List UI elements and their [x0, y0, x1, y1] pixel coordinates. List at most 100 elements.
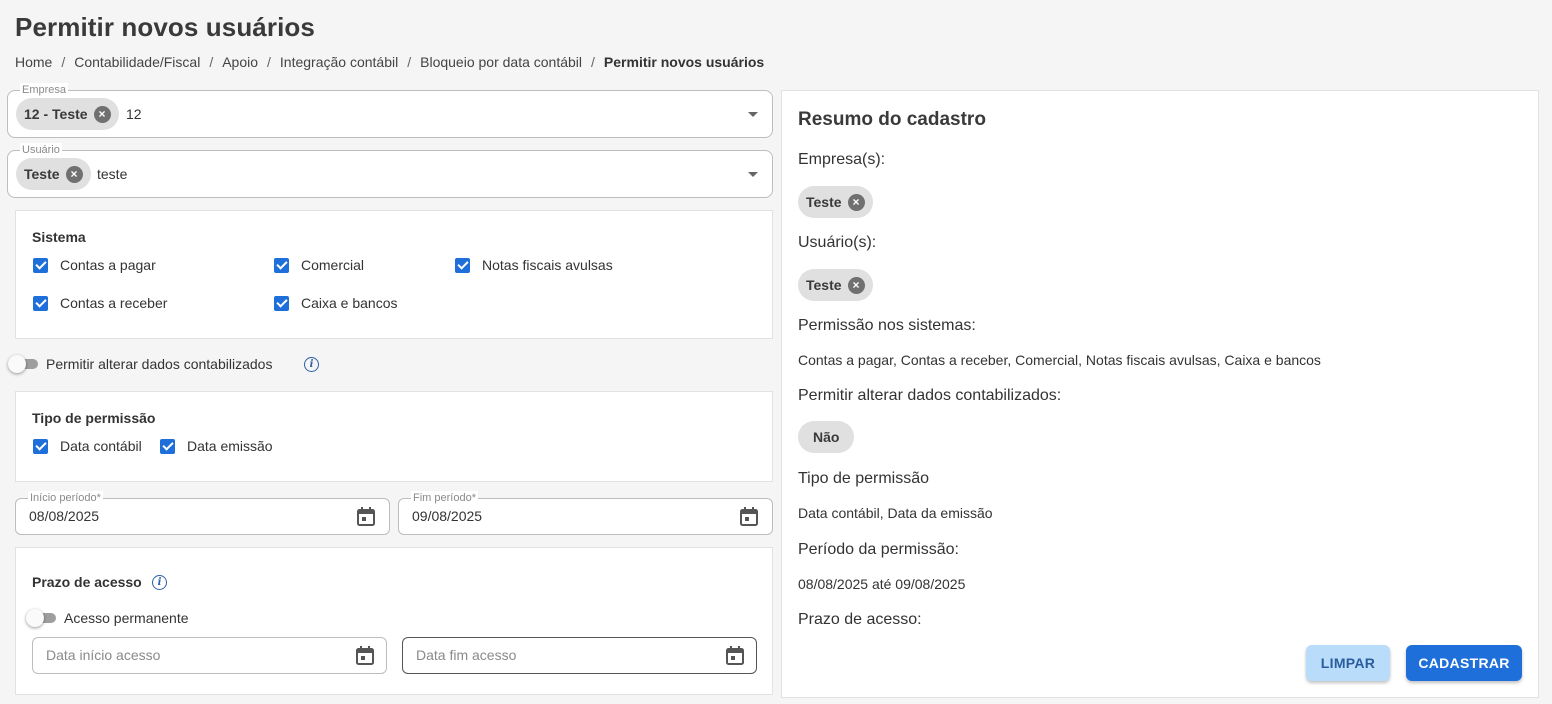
empresa-chip-label: 12 - Teste [24, 106, 88, 122]
resumo-periodo-value: 08/08/2025 até 09/08/2025 [798, 576, 966, 592]
resumo-prazo-label: Prazo de acesso: [798, 611, 922, 628]
checkbox-checked-icon[interactable] [33, 438, 48, 454]
breadcrumb-separator: / [61, 54, 66, 70]
usuario-chip-label: Teste [24, 166, 60, 182]
close-circle-icon[interactable]: × [847, 276, 865, 294]
checkbox-label: Caixa e bancos [301, 295, 398, 311]
calendar-icon[interactable] [740, 507, 758, 526]
resumo-alterar-chip: Não [798, 421, 855, 453]
sistema-title: Sistema [32, 229, 86, 245]
toggle-knob [8, 355, 26, 373]
caret-down-icon[interactable] [748, 172, 758, 177]
checkbox-checked-icon[interactable] [455, 257, 470, 273]
resumo-panel: Resumo do cadastro Empresa(s): Teste × U… [781, 90, 1539, 698]
breadcrumb-separator: / [591, 54, 595, 70]
fim-periodo-field[interactable]: Fim período* 09/08/2025 [398, 491, 773, 535]
resumo-periodo-label: Período da permissão: [798, 541, 959, 558]
usuario-label: Usuário [20, 143, 62, 157]
resumo-tipo-value: Data contábil, Data da emissão [798, 505, 993, 521]
breadcrumb-item-home[interactable]: Home [15, 54, 52, 70]
fim-periodo-value[interactable]: 09/08/2025 [412, 508, 482, 524]
page-title: Permitir novos usuários [15, 12, 315, 42]
resumo-sistemas-label: Permissão nos sistemas: [798, 317, 976, 334]
fim-periodo-label: Fim período* [411, 491, 478, 505]
checkbox-label: Data emissão [187, 438, 273, 454]
resumo-title: Resumo do cadastro [798, 109, 986, 130]
prazo-acesso-panel: Prazo de acesso i Acesso permanente Data… [15, 547, 773, 695]
data-fim-acesso-field[interactable]: Data fim acesso [402, 637, 757, 674]
resumo-usuario-chip[interactable]: Teste × [798, 269, 873, 301]
inicio-periodo-value[interactable]: 08/08/2025 [29, 508, 99, 524]
checkbox-caixa-e-bancos[interactable]: Caixa e bancos [274, 295, 398, 311]
checkbox-label: Comercial [301, 257, 365, 273]
save-button[interactable]: CADASTRAR [1406, 645, 1522, 681]
usuario-select[interactable]: Usuário Teste × teste [7, 143, 773, 198]
checkbox-checked-icon[interactable] [33, 257, 48, 273]
resumo-alterar-value: Não [813, 429, 840, 445]
data-fim-acesso-placeholder[interactable]: Data fim acesso [416, 647, 516, 663]
checkbox-label: Contas a pagar [60, 257, 156, 273]
close-circle-icon[interactable]: × [93, 105, 111, 123]
checkbox-data-emissao[interactable]: Data emissão [160, 438, 273, 454]
toggle-switch[interactable] [8, 355, 38, 373]
info-icon[interactable]: i [152, 575, 167, 590]
resumo-sistemas-value: Contas a pagar, Contas a receber, Comerc… [798, 352, 1321, 368]
resumo-empresas-label: Empresa(s): [798, 151, 886, 168]
close-circle-icon[interactable]: × [847, 193, 865, 211]
checkbox-contas-a-receber[interactable]: Contas a receber [33, 295, 167, 311]
clear-button[interactable]: LIMPAR [1306, 645, 1390, 681]
resumo-usuarios-label: Usuário(s): [798, 234, 877, 251]
breadcrumb-separator: / [209, 54, 214, 70]
breadcrumb-item-apoio[interactable]: Apoio [222, 54, 258, 70]
breadcrumb-item-integracao-contabil[interactable]: Integração contábil [280, 54, 398, 70]
inicio-periodo-label: Início período* [28, 491, 103, 505]
resumo-alterar-label: Permitir alterar dados contabilizados: [798, 387, 1062, 404]
checkbox-comercial[interactable]: Comercial [274, 257, 364, 273]
resumo-tipo-label: Tipo de permissão [798, 470, 930, 487]
breadcrumb: Home / Contabilidade/Fiscal / Apoio / Integ… [15, 54, 764, 70]
breadcrumb-item-bloqueio[interactable]: Bloqueio por data contábil [420, 54, 582, 70]
checkbox-checked-icon[interactable] [33, 295, 48, 311]
checkbox-checked-icon[interactable] [274, 257, 289, 273]
tipo-permissao-title: Tipo de permissão [32, 410, 156, 426]
tipo-permissao-panel: Tipo de permissão Data contábil Data emi… [15, 391, 773, 482]
checkbox-label: Notas fiscais avulsas [482, 257, 613, 273]
toggle-knob [26, 609, 44, 627]
data-inicio-acesso-placeholder[interactable]: Data início acesso [46, 647, 160, 663]
breadcrumb-separator: / [267, 54, 271, 70]
calendar-icon[interactable] [356, 646, 374, 665]
alterar-dados-toggle[interactable]: Permitir alterar dados contabilizados [8, 355, 273, 373]
resumo-empresa-chip[interactable]: Teste × [798, 186, 873, 218]
checkbox-label: Contas a receber [60, 295, 168, 311]
acesso-permanente-toggle[interactable]: Acesso permanente [26, 609, 189, 627]
inicio-periodo-field[interactable]: Início período* 08/08/2025 [15, 491, 390, 535]
acesso-permanente-label: Acesso permanente [64, 610, 189, 626]
calendar-icon[interactable] [357, 507, 375, 526]
info-icon[interactable]: i [304, 357, 319, 372]
usuario-search-input[interactable]: teste [97, 166, 127, 182]
empresa-chip[interactable]: 12 - Teste × [16, 98, 119, 130]
checkbox-checked-icon[interactable] [160, 438, 175, 454]
empresa-label: Empresa [20, 83, 69, 97]
breadcrumb-item-current: Permitir novos usuários [603, 54, 765, 70]
resumo-usuario-chip-label: Teste [806, 277, 842, 293]
empresa-select[interactable]: Empresa 12 - Teste × 12 [7, 83, 773, 138]
sistema-panel: Sistema Contas a pagar Comercial Notas f… [15, 210, 773, 339]
caret-down-icon[interactable] [748, 112, 758, 117]
checkbox-contas-a-pagar[interactable]: Contas a pagar [33, 257, 156, 273]
checkbox-data-contabil[interactable]: Data contábil [33, 438, 142, 454]
prazo-acesso-title: Prazo de acesso [32, 574, 142, 590]
toggle-switch[interactable] [26, 609, 56, 627]
close-circle-icon[interactable]: × [65, 165, 83, 183]
calendar-icon[interactable] [726, 646, 744, 665]
checkbox-notas-fiscais-avulsas[interactable]: Notas fiscais avulsas [455, 257, 613, 273]
checkbox-checked-icon[interactable] [274, 295, 289, 311]
empresa-search-input[interactable]: 12 [126, 106, 142, 122]
usuario-chip[interactable]: Teste × [16, 158, 91, 190]
breadcrumb-item-contabilidade-fiscal[interactable]: Contabilidade/Fiscal [74, 54, 200, 70]
resumo-empresa-chip-label: Teste [806, 194, 842, 210]
breadcrumb-separator: / [407, 54, 412, 70]
data-inicio-acesso-field[interactable]: Data início acesso [32, 637, 387, 674]
checkbox-label: Data contábil [60, 438, 142, 454]
alterar-dados-label: Permitir alterar dados contabilizados [46, 356, 273, 372]
